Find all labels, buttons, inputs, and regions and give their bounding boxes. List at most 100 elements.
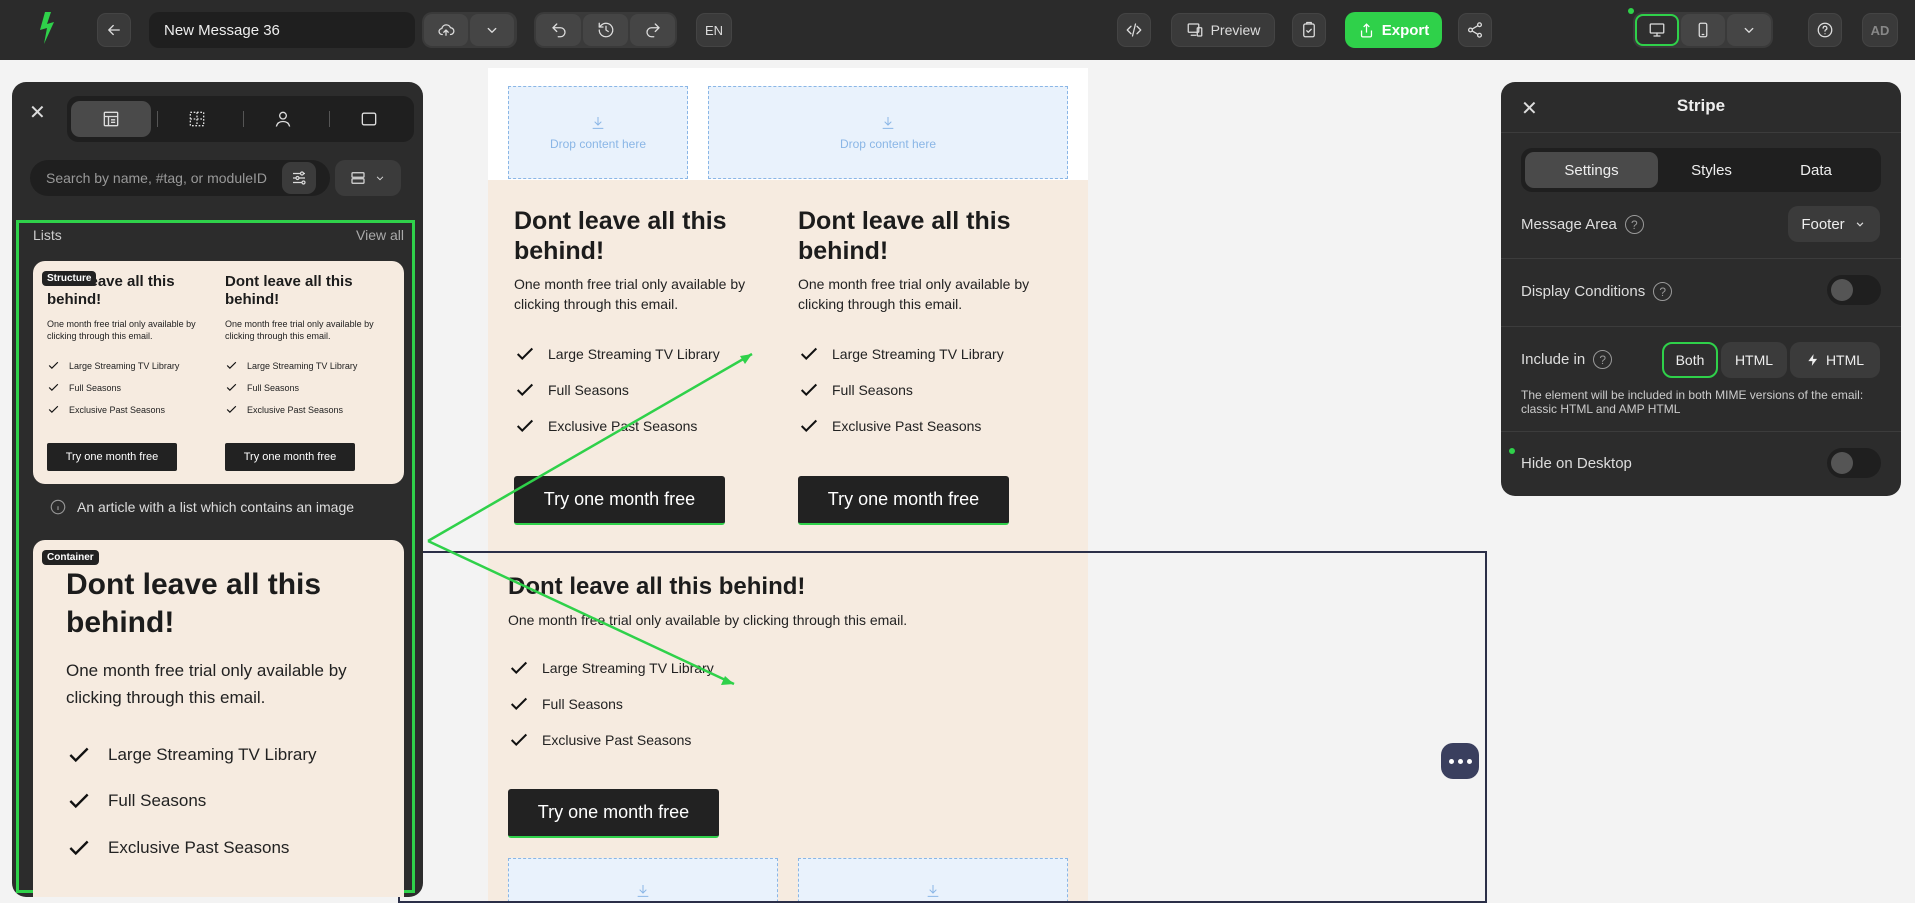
card-list-item: Full Seasons [47,381,121,394]
cta-button[interactable]: Try one month free [514,476,725,525]
back-button[interactable] [97,13,131,47]
code-editor-button[interactable] [1117,13,1151,47]
view-all-link[interactable]: View all [356,227,404,243]
app-logo-icon[interactable] [36,10,58,46]
tab-personal[interactable] [243,101,323,137]
export-button[interactable]: Export [1345,12,1442,48]
preview-button[interactable]: Preview [1171,13,1275,47]
include-both-option[interactable]: Both [1662,342,1718,378]
section-title: Lists [33,227,62,243]
share-export-icon [1360,22,1372,38]
cta-button[interactable]: Try one month free [798,476,1009,525]
container-badge: Container [42,550,99,565]
card-intro: One month free trial only available by c… [47,319,196,341]
list-item[interactable]: Large Streaming TV Library [514,343,720,365]
close-icon[interactable]: ✕ [29,100,46,125]
include-in-note: The element will be included in both MIM… [1521,388,1864,416]
tab-data[interactable]: Data [1756,152,1876,188]
divider [1501,258,1901,259]
module-card-container[interactable]: Dont leave all this behind! One month fr… [33,540,404,897]
help-icon[interactable]: ? [1593,350,1613,369]
chevron-down-icon [487,27,497,33]
history-group [534,12,677,48]
list-item[interactable]: Exclusive Past Seasons [514,415,697,437]
article-intro[interactable]: One month free trial only available by c… [514,274,764,314]
card-list-item: Large Streaming TV Library [225,359,357,372]
card-list-item: Full Seasons [225,381,299,394]
smartphone-icon [1698,22,1708,38]
card-cta: Try one month free [225,443,355,471]
structure-badge: Structure [42,271,97,286]
drop-zone[interactable]: Drop content here [508,86,688,179]
hide-on-desktop-label: Hide on Desktop [1521,455,1632,472]
cloud-upload-icon [438,24,455,36]
view-mode-dropdown[interactable] [335,160,401,196]
include-in-label: Include in? [1521,350,1613,369]
list-item-label: Exclusive Past Seasons [832,418,982,434]
avatar[interactable]: AD [1862,13,1898,47]
save-options-button[interactable] [470,14,514,46]
message-title-input[interactable]: New Message 36 [149,12,415,48]
language-button[interactable]: EN [696,13,732,47]
help-button[interactable] [1808,13,1842,47]
hide-on-desktop-toggle[interactable] [1827,448,1881,478]
status-dot [1509,448,1515,454]
mobile-view-button[interactable] [1681,14,1725,46]
redo-icon [645,23,660,38]
filter-button[interactable] [282,162,316,194]
desktop-view-button[interactable] [1635,14,1679,46]
cloud-save-button[interactable] [424,14,468,46]
list-item[interactable]: Full Seasons [514,379,629,401]
more-dot [1466,758,1472,764]
share-button[interactable] [1458,13,1492,47]
check-icon [226,383,237,392]
card-intro: One month free trial only available by c… [66,661,347,707]
rows-icon [351,172,365,184]
include-html-option[interactable]: HTML [1721,342,1787,378]
check-icon [226,405,237,414]
help-icon[interactable]: ? [1653,282,1673,301]
monitor-icon [1649,23,1665,37]
check-icon [69,747,89,763]
lightning-icon [1808,354,1818,366]
article-heading[interactable]: Dont leave all this behind! [514,206,764,266]
info-icon [50,499,66,515]
version-history-button[interactable] [583,14,628,46]
check-icon [516,347,534,361]
check-icon [48,361,59,370]
message-area-select[interactable]: Footer [1788,206,1880,242]
test-button[interactable] [1292,13,1326,47]
clipboard-check-icon [1303,21,1315,38]
list-item[interactable]: Full Seasons [798,379,913,401]
list-item[interactable]: Exclusive Past Seasons [798,415,981,437]
more-dot [1448,758,1454,764]
preview-label: Preview [1210,22,1261,38]
devices-icon [1187,23,1202,37]
stripe-more-options-button[interactable] [1441,743,1479,779]
sliders-icon [293,171,306,185]
help-icon[interactable]: ? [1624,215,1644,234]
grid-dashed-icon [189,111,205,127]
more-dot [1457,758,1463,764]
module-card-structure[interactable]: Dont leave all this behind! One month fr… [33,261,404,484]
tab-settings[interactable]: Settings [1525,152,1658,188]
share-icon [1467,22,1483,38]
message-area-label: Message Area? [1521,215,1644,234]
article-heading[interactable]: Dont leave all this behind! [798,206,1048,266]
drop-zone[interactable]: Drop content here [708,86,1068,179]
device-options-button[interactable] [1727,14,1771,46]
article-intro[interactable]: One month free trial only available by c… [798,274,1048,314]
check-icon [800,419,818,433]
layout-icon [103,111,119,127]
tab-modules[interactable] [71,101,151,137]
user-icon [275,111,291,127]
undo-button[interactable] [536,14,581,46]
list-item[interactable]: Large Streaming TV Library [798,343,1004,365]
card-description-text: An article with a list which contains an… [77,499,355,515]
tab-structures[interactable] [157,101,237,137]
redo-button[interactable] [630,14,675,46]
card-list-item: Exclusive Past Seasons [66,835,289,861]
display-conditions-toggle[interactable] [1827,275,1881,305]
include-amp-html-option[interactable]: HTML [1790,342,1880,378]
tab-blocks[interactable] [329,101,409,137]
